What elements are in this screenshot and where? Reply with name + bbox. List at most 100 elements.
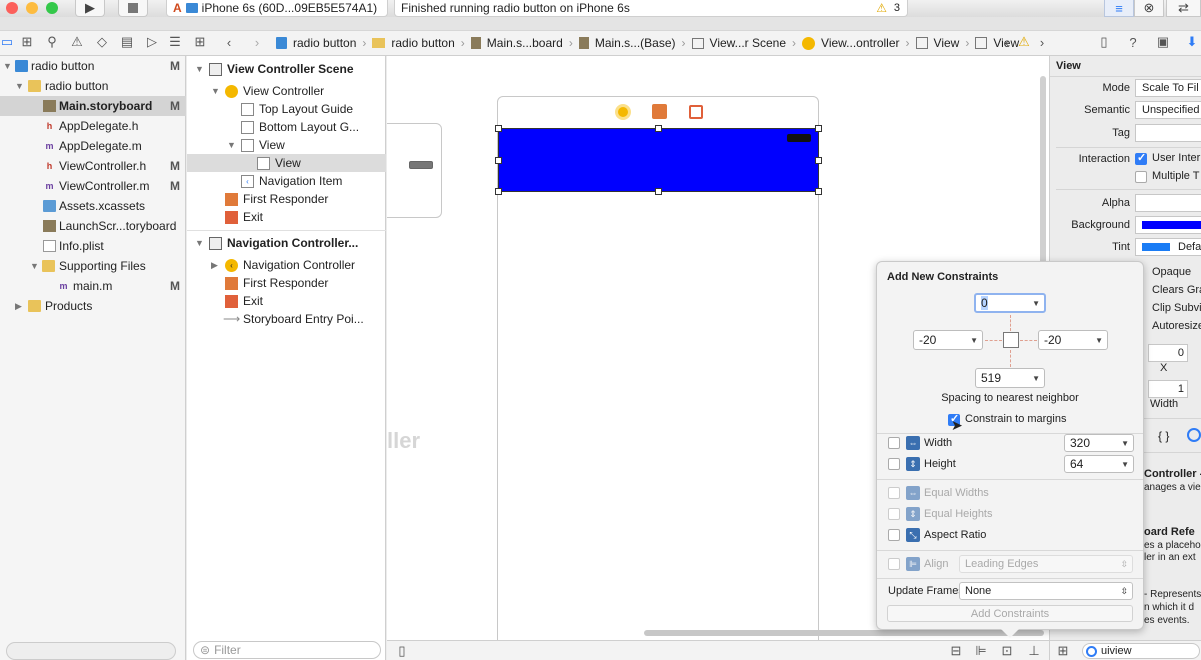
aspect-ratio-row[interactable]: ⤡ Aspect Ratio xyxy=(888,525,1133,545)
view-controller-scene[interactable] xyxy=(495,96,822,656)
mode-select[interactable]: Scale To Fil xyxy=(1135,79,1201,97)
outline-item[interactable]: ▼ View Controller Scene xyxy=(187,60,386,78)
resize-handle[interactable] xyxy=(815,157,822,164)
navigator-filter[interactable] xyxy=(6,642,176,660)
list-item[interactable]: ▼ Supporting Files xyxy=(0,256,186,276)
equal-heights-checkbox[interactable] xyxy=(888,508,900,520)
list-item[interactable]: ▶ Products xyxy=(0,296,186,316)
align-select[interactable]: Leading Edges ⇳ xyxy=(959,555,1133,573)
disclosure-open-icon[interactable]: ▼ xyxy=(227,140,236,150)
vertical-scrollbar[interactable] xyxy=(1040,76,1046,276)
list-item[interactable]: h AppDelegate.h xyxy=(0,116,186,136)
resolve-icon[interactable]: ⊥ xyxy=(1027,643,1041,658)
report-nav-icon[interactable]: ☰ xyxy=(168,33,182,51)
version-editor-button[interactable]: ⇄ xyxy=(1166,0,1201,17)
multiple-touch-checkbox[interactable] xyxy=(1135,171,1147,183)
trailing-constraint-field[interactable]: -20 ▼ xyxy=(1038,330,1108,350)
equal-heights-row[interactable]: ⇕ Equal Heights xyxy=(888,504,1133,524)
debug-nav-icon[interactable]: ▤ xyxy=(120,33,134,51)
object-library-icon[interactable] xyxy=(1187,428,1201,442)
height-checkbox[interactable] xyxy=(888,458,900,470)
dropdown-arrow-icon[interactable]: ▼ xyxy=(970,336,978,345)
width-checkbox[interactable] xyxy=(888,437,900,449)
dropdown-arrow-icon[interactable]: ▼ xyxy=(1095,336,1103,345)
list-item[interactable]: ▼ radio button xyxy=(0,76,186,96)
back-icon[interactable]: ‹ xyxy=(222,33,236,51)
close-window-button[interactable] xyxy=(6,2,18,14)
disclosure-open-icon[interactable]: ▼ xyxy=(195,64,204,74)
selected-view[interactable] xyxy=(495,125,822,195)
width-value-field[interactable]: 320 ▼ xyxy=(1064,434,1134,452)
stop-button[interactable] xyxy=(118,0,148,17)
horizontal-scrollbar[interactable] xyxy=(644,630,1044,636)
file-inspector-icon[interactable]: ▯ xyxy=(1097,33,1111,51)
list-item[interactable]: Assets.xcassets xyxy=(0,196,186,216)
bottom-strut[interactable] xyxy=(1010,350,1011,367)
height-row[interactable]: ⇕ Height 64 ▼ xyxy=(888,454,1134,474)
breakpoint-nav-icon[interactable]: ▷ xyxy=(145,33,159,51)
warning-icon[interactable]: ⚠ xyxy=(876,1,887,15)
code-snippet-icon[interactable]: { } xyxy=(1158,429,1169,443)
breadcrumb-item[interactable]: radio button xyxy=(293,36,356,50)
user-interaction-checkbox[interactable] xyxy=(1135,151,1147,165)
top-strut[interactable] xyxy=(1010,315,1011,331)
stack-icon[interactable]: ⊟ xyxy=(949,643,963,658)
test-nav-icon[interactable]: ◇ xyxy=(95,33,109,51)
scheme-selector[interactable]: A iPhone 6s (60D...09EB5E574A1) xyxy=(166,0,388,17)
breadcrumb-item[interactable]: View xyxy=(934,36,960,50)
equal-widths-row[interactable]: ⇔ Equal Widths xyxy=(888,483,1133,503)
bottom-constraint-field[interactable]: 519 ▼ xyxy=(975,368,1045,388)
list-item[interactable]: LaunchScr...toryboard xyxy=(0,216,186,236)
disclosure-closed-icon[interactable]: ▶ xyxy=(211,260,218,271)
resize-handle[interactable] xyxy=(495,188,502,195)
run-button[interactable]: ▶ xyxy=(75,0,105,17)
disclosure-open-icon[interactable]: ▼ xyxy=(15,81,24,91)
outline-item[interactable]: Top Layout Guide xyxy=(187,100,386,118)
attributes-icon[interactable]: ⬇ xyxy=(1185,33,1199,51)
leading-strut[interactable] xyxy=(985,340,1002,341)
navigation-controller-scene[interactable] xyxy=(387,123,442,218)
standard-editor-button[interactable]: ≡ xyxy=(1104,0,1134,17)
search-icon[interactable]: ⚲ xyxy=(45,33,59,51)
minimize-window-button[interactable] xyxy=(26,2,38,14)
update-frames-select[interactable]: None ⇳ xyxy=(959,582,1133,600)
list-item[interactable]: Info.plist xyxy=(0,236,186,256)
list-item[interactable]: Main.storyboard M xyxy=(0,96,186,116)
equal-widths-checkbox[interactable] xyxy=(888,487,900,499)
breadcrumb-item[interactable]: View...r Scene xyxy=(710,36,787,50)
list-item[interactable]: m ViewController.m M xyxy=(0,176,186,196)
outline-item[interactable]: ▼ View xyxy=(187,136,386,154)
list-item[interactable]: m AppDelegate.m xyxy=(0,136,186,156)
top-constraint-field[interactable]: 0 ▼ xyxy=(974,293,1046,313)
align-icon[interactable]: ⊫ xyxy=(974,643,988,658)
stretch-width-field[interactable]: 1 xyxy=(1148,380,1188,398)
dropdown-arrow-icon[interactable]: ▼ xyxy=(1032,299,1040,308)
semantic-select[interactable]: Unspecified xyxy=(1135,101,1201,119)
outline-filter-input[interactable]: ⊜ Filter xyxy=(193,641,381,659)
background-color-well[interactable] xyxy=(1135,216,1201,234)
dropdown-arrow-icon[interactable]: ▼ xyxy=(1032,374,1040,383)
outline-item[interactable]: ‹ Navigation Item xyxy=(187,172,386,190)
height-value-field[interactable]: 64 ▼ xyxy=(1064,455,1134,473)
list-item[interactable]: m main.m M xyxy=(0,276,186,296)
resize-handle[interactable] xyxy=(495,125,502,132)
disclosure-open-icon[interactable]: ▼ xyxy=(195,238,204,248)
leading-constraint-field[interactable]: -20 ▼ xyxy=(913,330,983,350)
outline-item[interactable]: First Responder xyxy=(187,190,386,208)
outline-item[interactable]: ⟶ Storyboard Entry Poi... xyxy=(187,310,386,328)
resize-handle[interactable] xyxy=(655,125,662,132)
view-controller-icon[interactable] xyxy=(615,104,631,120)
breadcrumb-item[interactable]: Main.s...(Base) xyxy=(595,36,676,50)
exit-icon[interactable] xyxy=(689,105,703,119)
width-row[interactable]: ⇔ Width 320 ▼ xyxy=(888,433,1134,453)
outline-item[interactable]: ▼ View Controller xyxy=(187,82,386,100)
disclosure-open-icon[interactable]: ▼ xyxy=(211,86,220,96)
breadcrumb-item[interactable]: View...ontroller xyxy=(821,36,900,50)
folder-nav-icon[interactable]: ▭ xyxy=(0,33,14,51)
tag-field[interactable] xyxy=(1135,124,1201,142)
next-issue-icon[interactable]: › xyxy=(1035,33,1049,51)
symbol-nav-icon[interactable]: ⊞ xyxy=(20,33,34,51)
forward-icon[interactable]: › xyxy=(250,33,264,51)
help-icon[interactable]: ? xyxy=(1126,33,1140,51)
library-filter-input[interactable]: uiview xyxy=(1082,643,1200,659)
